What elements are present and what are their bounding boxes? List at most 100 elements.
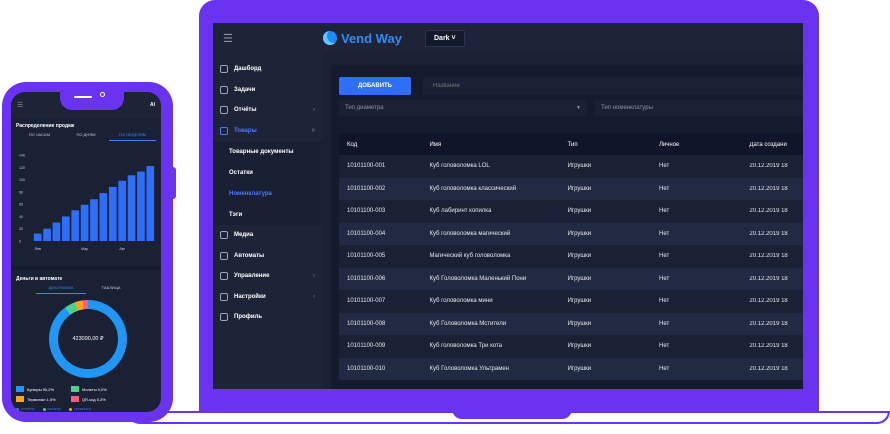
phone-screen: ☰ AI Распределение продаж ПО ЧАСАМ ПО ДНЯ… [11, 92, 161, 412]
legend-swatch [71, 396, 79, 402]
table-cell: Нет [658, 365, 670, 372]
table-cell: 10101100-006 [347, 275, 386, 282]
phone-side-button [171, 167, 176, 199]
sidebar-item-label: Остатки [229, 169, 253, 176]
table-row[interactable]: 10101100-002 Куб головоломка классический… [339, 177, 803, 200]
nomenclature-type-select[interactable]: Тип номенклатуры [595, 100, 803, 116]
bar[interactable] [99, 193, 108, 241]
table-cell: 20.12.2019 18 [749, 275, 788, 282]
bar[interactable] [118, 180, 127, 241]
sidebar-item[interactable]: Настройки ‹ [213, 287, 323, 308]
sidebar-item[interactable]: Управление ‹ [213, 266, 323, 287]
table-cell: 20.12.2019 18 [749, 230, 788, 237]
sidebar-item[interactable]: Медиа [213, 225, 323, 246]
table-row[interactable]: 10101100-007 Куб головоломка мини Игрушки Н… [339, 290, 803, 313]
bar[interactable] [90, 199, 98, 241]
bar[interactable] [33, 233, 42, 241]
legend-label: Купюры 90,2% [27, 386, 55, 392]
theme-select[interactable]: Dark ˅ [425, 29, 465, 47]
table-row[interactable]: 10101100-004 Куб головоломка магический Иг… [339, 222, 803, 245]
tab[interactable]: ПО НЕДЕЛЯМ [109, 132, 157, 141]
cash-legend: Купюры 90,2% Монеты 0,0% Терминал 1,5% QR-к… [16, 386, 156, 406]
table-row[interactable]: 10101100-003 Куб лабиринт копилка Игрушки Н… [339, 200, 803, 223]
sidebar-item-label: Автоматы [234, 252, 265, 259]
chevron-icon: ‹ [313, 293, 315, 300]
bar[interactable] [52, 222, 61, 241]
column-header[interactable]: Дата создани [749, 142, 803, 148]
grid-icon [220, 251, 228, 260]
sidebar-item[interactable]: Товарные документы [213, 141, 323, 162]
table-row[interactable]: 10101100-006 Куб Головоломка Маленький По… [339, 267, 803, 290]
table-cell: 20.12.2019 18 [749, 253, 788, 260]
table-cell: Нет [658, 253, 670, 260]
bar[interactable] [43, 228, 51, 241]
legend-item: Монеты 0,0% [71, 386, 126, 392]
column-header[interactable]: Имя [429, 142, 567, 148]
sidebar-item[interactable]: Тэги [213, 204, 323, 225]
sidebar-item[interactable]: Отчёты ‹ [213, 100, 323, 121]
bottom-legend-item[interactable]: МОНЕТЫ [42, 407, 61, 411]
sidebar-item[interactable]: Номенклатура [213, 183, 323, 204]
table-cell: Куб Головоломка Ультрамен [429, 365, 509, 372]
table-cell: Игрушки [567, 320, 592, 327]
legend-swatch [16, 396, 24, 402]
table-cell: Куб лабиринт копилка [429, 208, 492, 215]
phone-notch [60, 86, 124, 110]
bottom-legend-item[interactable]: ТЕРМИНАЛ [69, 407, 91, 411]
table-row[interactable]: 10101100-001 Куб головоломка LOL Игрушки Не… [339, 155, 803, 178]
tab[interactable]: ПО ЧАСАМ [16, 132, 63, 141]
diameter-type-select[interactable]: Тип диаметра ▼ [339, 100, 587, 116]
chevron-icon: ˅ [311, 127, 315, 134]
chevron-down-icon: ˅ [451, 34, 456, 42]
bar[interactable] [137, 171, 145, 241]
theme-select-value: Dark [434, 34, 450, 42]
table-cell: 10101100-005 [347, 253, 386, 260]
sidebar-item[interactable]: Товары ˅ [213, 121, 323, 142]
bar[interactable] [108, 186, 117, 241]
name-search-input[interactable] [423, 77, 803, 95]
sidebar-item[interactable]: Дашборд [213, 59, 323, 80]
divider [11, 266, 161, 270]
sidebar-item[interactable]: Профиль [213, 307, 323, 328]
bottom-legend-item[interactable]: КУПЮРЫ [16, 407, 35, 411]
laptop-notch [452, 409, 572, 419]
chevron-icon: ‹ [313, 273, 315, 280]
sidebar-item[interactable]: Задачи [213, 80, 323, 101]
menu-icon[interactable]: ☰ [213, 32, 323, 45]
sidebar-items: Дашборд Задачи Отчёты ‹ Товары ˅ Товарные доку… [213, 59, 323, 328]
tab[interactable]: ДИАГРАММА [36, 285, 86, 294]
table-row[interactable]: 10101100-009 Куб головоломка Три кота Игру… [339, 335, 803, 358]
legend-dot [69, 407, 73, 411]
table-row[interactable]: 10101100-008 Куб Головоломка Мстители Игру… [339, 312, 803, 335]
table-cell: 20.12.2019 18 [749, 343, 788, 350]
legend-row: Купюры 90,2% Монеты 0,0% [16, 386, 156, 392]
x-tick-label: Мар [81, 247, 88, 251]
cash-donut-chart: 423090,00 ₽ [49, 300, 127, 378]
sidebar-item-label: Номенклатура [229, 190, 272, 197]
table-row[interactable]: 10101100-005 Магический куб головоломка Иг… [339, 245, 803, 268]
column-header[interactable]: Код [339, 142, 429, 148]
bar[interactable] [80, 204, 89, 241]
brand-logo[interactable]: Vend Way [323, 31, 423, 46]
table-cell: Игрушки [567, 253, 592, 260]
user-avatar[interactable]: AI [150, 102, 155, 108]
laptop-screen: ☰ Vend Way Dark ˅ Дашборд Задачи Отчёты ‹ То… [213, 23, 803, 389]
tab[interactable]: ПО ДНЯМ [63, 132, 110, 141]
table-row[interactable]: 10101100-010 Куб Головоломка Ультрамен Игр… [339, 357, 803, 380]
menu-icon[interactable]: ☰ [17, 101, 23, 109]
table-cell: Игрушки [567, 230, 592, 237]
column-header[interactable]: Личное [659, 142, 749, 148]
add-button[interactable]: ДОБАВИТЬ [339, 77, 411, 95]
column-header[interactable]: Тип [568, 142, 659, 148]
bar[interactable] [127, 175, 136, 241]
bar[interactable] [61, 216, 70, 241]
sidebar-item[interactable]: Автоматы [213, 246, 323, 267]
table-cell: Куб Головоломка Маленький Пони [429, 275, 527, 282]
tab[interactable]: ТАБЛИЦА [86, 285, 136, 294]
bar[interactable] [146, 166, 155, 241]
table-cell: Магический куб головоломка [429, 253, 511, 260]
sidebar-item[interactable]: Остатки [213, 162, 323, 183]
table-cell: Нет [658, 163, 670, 170]
bar[interactable] [71, 210, 80, 241]
y-tick-label: 0 [19, 240, 21, 244]
